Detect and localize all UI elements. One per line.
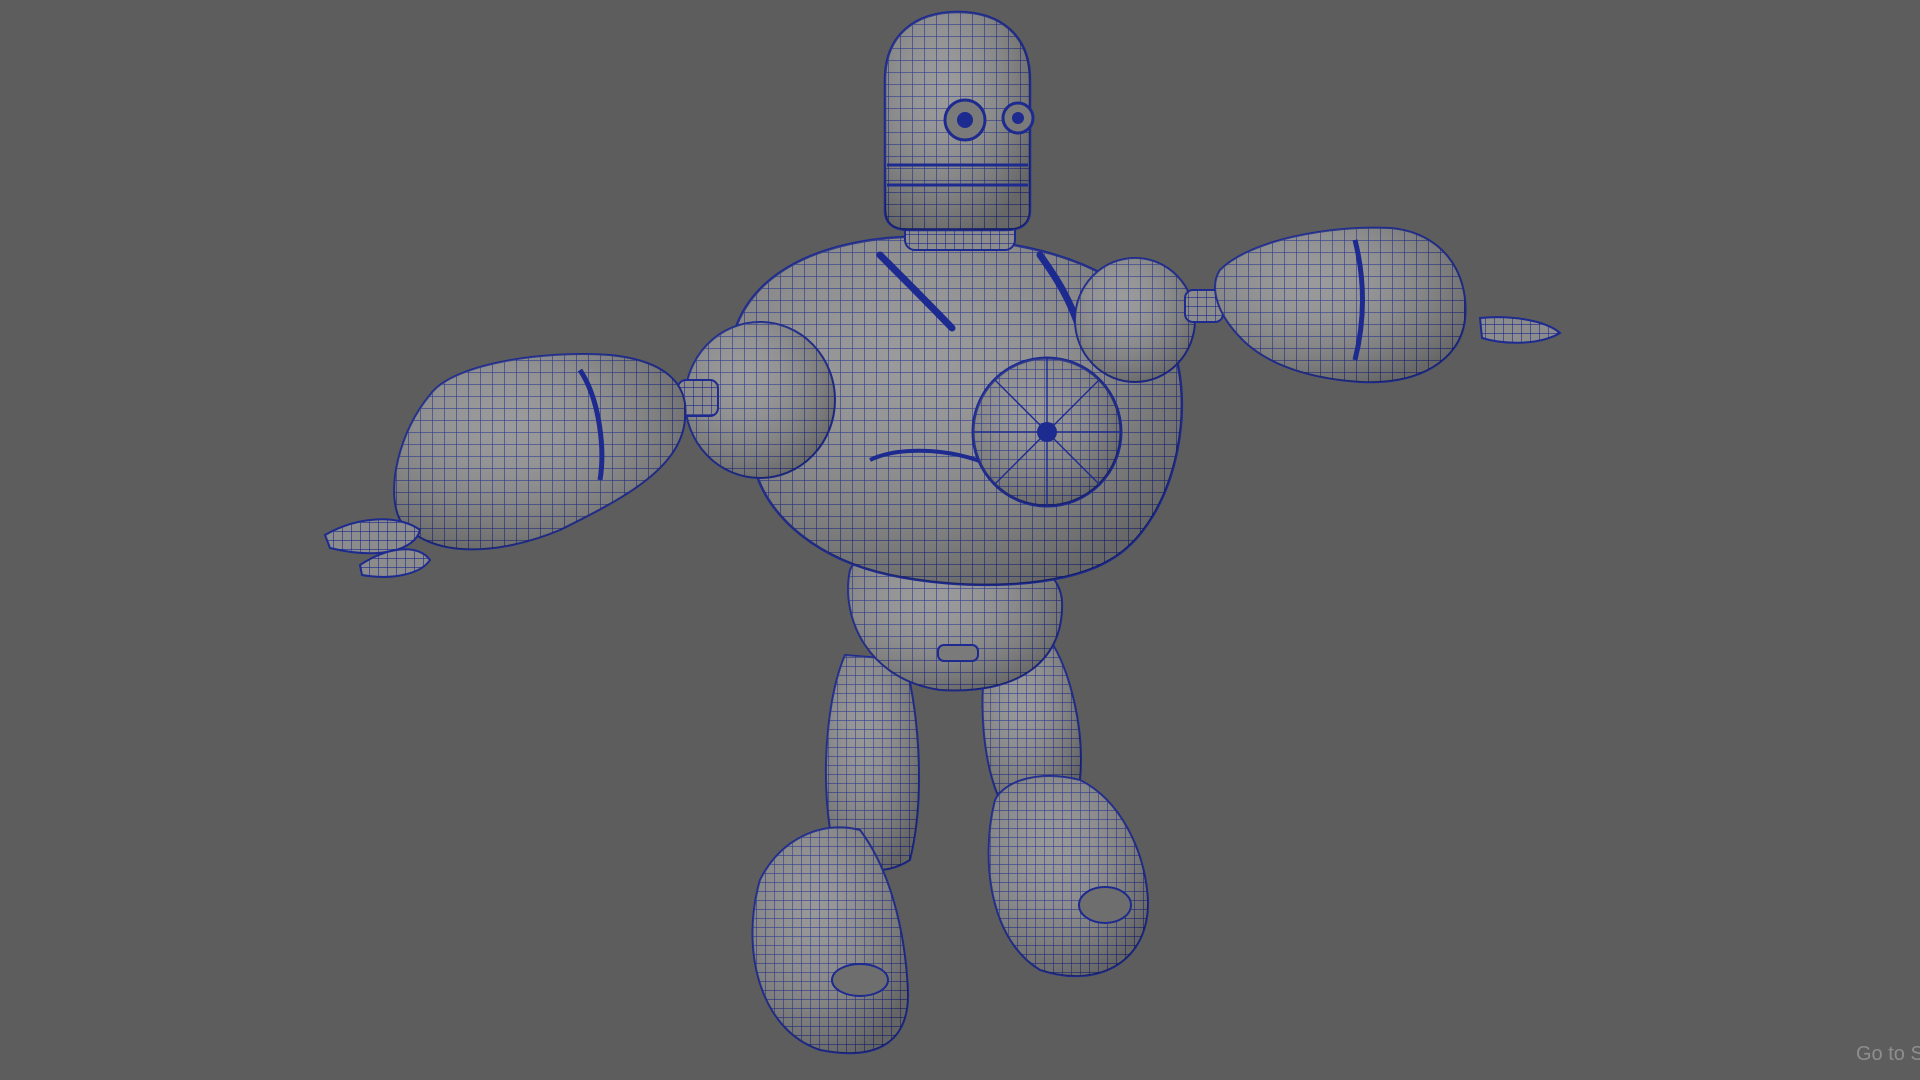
3d-viewport[interactable]: Go to S xyxy=(0,0,1920,1080)
right-foot xyxy=(987,775,1150,978)
right-hand xyxy=(1478,316,1562,344)
robot-model-render[interactable] xyxy=(0,0,1920,1080)
left-forearm xyxy=(393,353,687,551)
corner-overlay-text: Go to S xyxy=(1856,1043,1920,1065)
right-shoulder xyxy=(1074,257,1196,383)
head xyxy=(883,10,1035,232)
chest-disc xyxy=(971,356,1123,508)
right-forearm xyxy=(1214,226,1467,384)
left-hand xyxy=(323,518,432,578)
